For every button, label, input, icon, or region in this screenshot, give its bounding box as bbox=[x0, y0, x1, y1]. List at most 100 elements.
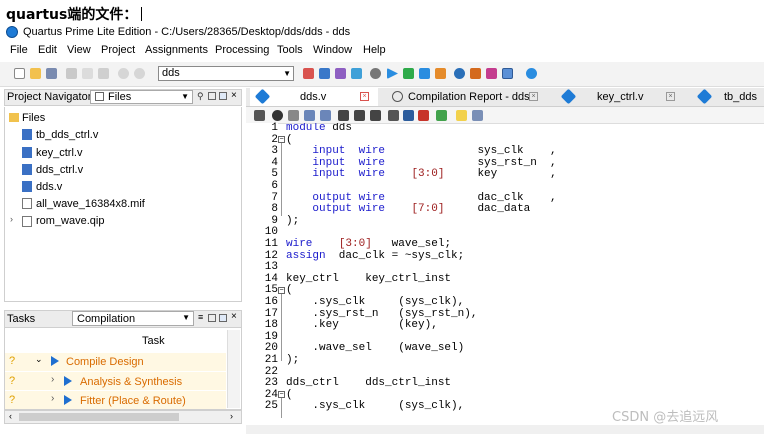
chip-planner-icon[interactable] bbox=[351, 68, 362, 79]
redo-icon[interactable] bbox=[134, 68, 145, 79]
uncomment-icon[interactable] bbox=[403, 110, 414, 121]
template-icon[interactable] bbox=[418, 110, 429, 121]
platform-designer-icon[interactable] bbox=[502, 68, 513, 79]
code-line[interactable]: .sys_clk (sys_clk), bbox=[286, 401, 464, 413]
save-icon[interactable] bbox=[46, 68, 57, 79]
file-item[interactable]: dds_ctrl.v bbox=[36, 164, 83, 176]
undo-icon[interactable] bbox=[118, 68, 129, 79]
menu-processing[interactable]: Processing bbox=[215, 44, 269, 56]
netlist-viewer-icon[interactable] bbox=[454, 68, 465, 79]
help-icon[interactable] bbox=[526, 68, 537, 79]
code-line[interactable]: module dds bbox=[286, 123, 352, 135]
task-name[interactable]: Analysis & Synthesis bbox=[80, 376, 182, 388]
close-icon[interactable]: × bbox=[231, 311, 237, 322]
analysis-icon[interactable] bbox=[403, 68, 414, 79]
float-window-icon[interactable] bbox=[208, 314, 216, 322]
chevron-down-icon[interactable]: ⌄ bbox=[35, 354, 43, 365]
code-line[interactable]: key_ctrl key_ctrl_inst bbox=[286, 273, 451, 286]
code-line[interactable]: .sys_clk (sys_clk), bbox=[286, 296, 464, 309]
settings-icon[interactable] bbox=[335, 68, 346, 79]
line-numbers-icon[interactable] bbox=[472, 110, 483, 121]
task-name[interactable]: Fitter (Place & Route) bbox=[80, 395, 186, 407]
dock-window-icon[interactable] bbox=[219, 314, 227, 322]
close-tab-icon[interactable]: × bbox=[666, 92, 675, 101]
file-item[interactable]: rom_wave.qip bbox=[36, 215, 104, 227]
scroll-thumb[interactable] bbox=[19, 413, 179, 421]
prev-bookmark-icon[interactable] bbox=[370, 110, 381, 121]
timing-analyzer-icon[interactable] bbox=[435, 68, 446, 79]
file-icon[interactable] bbox=[254, 110, 265, 121]
file-item[interactable]: all_wave_16384x8.mif bbox=[36, 198, 145, 210]
run-task-icon[interactable] bbox=[64, 376, 72, 386]
file-item[interactable]: dds.v bbox=[36, 181, 62, 193]
entity-select[interactable]: dds ▼ bbox=[158, 66, 294, 81]
code-line[interactable]: ); bbox=[286, 215, 299, 228]
code-line[interactable]: ); bbox=[286, 354, 299, 367]
menu-project[interactable]: Project bbox=[101, 44, 135, 56]
task-name[interactable]: Compile Design bbox=[66, 356, 144, 368]
scroll-right-icon[interactable]: › bbox=[230, 411, 233, 421]
run-task-icon[interactable] bbox=[64, 395, 72, 405]
dock-window-icon[interactable] bbox=[219, 92, 227, 100]
menu-edit[interactable]: Edit bbox=[38, 44, 57, 56]
menu-window[interactable]: Window bbox=[313, 44, 352, 56]
close-tab-icon[interactable]: × bbox=[529, 92, 538, 101]
collapse-icon[interactable]: − bbox=[278, 391, 285, 398]
menu-help[interactable]: Help bbox=[363, 44, 386, 56]
pin-planner-icon[interactable] bbox=[319, 68, 330, 79]
file-item[interactable]: key_ctrl.v bbox=[36, 147, 82, 159]
unindent-icon[interactable] bbox=[320, 110, 331, 121]
find-icon[interactable] bbox=[272, 110, 283, 121]
next-bookmark-icon[interactable] bbox=[354, 110, 365, 121]
menu-file[interactable]: File bbox=[10, 44, 28, 56]
chevron-right-icon[interactable]: › bbox=[10, 214, 13, 224]
cut-icon[interactable] bbox=[66, 68, 77, 79]
code-line[interactable]: input wire [3:0] key , bbox=[286, 169, 556, 181]
menu-assignments[interactable]: Assignments bbox=[145, 44, 208, 56]
tab-label[interactable]: dds.v bbox=[300, 88, 326, 106]
paste-icon[interactable] bbox=[98, 68, 109, 79]
fitter-icon[interactable] bbox=[419, 68, 430, 79]
file-item[interactable]: tb_dds_ctrl.v bbox=[36, 129, 98, 141]
code-line[interactable]: .key (key), bbox=[286, 320, 437, 332]
collapse-icon[interactable]: − bbox=[278, 136, 285, 143]
close-icon[interactable]: × bbox=[231, 90, 237, 101]
tab-label[interactable]: key_ctrl.v bbox=[597, 88, 643, 106]
copy-icon[interactable] bbox=[82, 68, 93, 79]
collapse-icon[interactable]: − bbox=[278, 287, 285, 294]
tree-root-files[interactable]: Files bbox=[22, 112, 45, 124]
chevron-right-icon[interactable]: › bbox=[51, 374, 54, 385]
run-task-icon[interactable] bbox=[51, 356, 59, 366]
code-line[interactable]: output wire [7:0] dac_data bbox=[286, 203, 530, 216]
indent-icon[interactable] bbox=[304, 110, 315, 121]
stop-icon[interactable] bbox=[370, 68, 381, 79]
bookmark-icon[interactable] bbox=[338, 110, 349, 121]
navigator-view-select[interactable]: Files ▼ bbox=[90, 90, 193, 104]
programmer-icon[interactable] bbox=[470, 68, 481, 79]
chevron-right-icon[interactable]: › bbox=[51, 393, 54, 404]
scroll-left-icon[interactable]: ‹ bbox=[9, 411, 12, 421]
open-folder-icon[interactable] bbox=[30, 68, 41, 79]
comment-icon[interactable] bbox=[388, 110, 399, 121]
word-wrap-icon[interactable] bbox=[456, 110, 467, 121]
tab-label[interactable]: tb_dds bbox=[724, 88, 757, 106]
tasks-vscroll[interactable] bbox=[227, 330, 240, 408]
flow-select[interactable]: Compilation ▼ bbox=[72, 311, 194, 326]
signaltap-icon[interactable] bbox=[486, 68, 497, 79]
code-line[interactable]: .wave_sel (wave_sel) bbox=[286, 343, 464, 355]
float-window-icon[interactable] bbox=[208, 92, 216, 100]
menu-view[interactable]: View bbox=[67, 44, 91, 56]
new-file-icon[interactable] bbox=[14, 68, 25, 79]
code-editor[interactable]: module dds( input wire sys_clk , input w… bbox=[286, 123, 764, 425]
search-icon[interactable]: ⚲ bbox=[197, 91, 204, 102]
close-tab-icon[interactable]: × bbox=[360, 92, 369, 101]
editor-hscroll[interactable] bbox=[246, 425, 764, 434]
list-icon[interactable]: ≡ bbox=[198, 312, 203, 322]
insert-template-icon[interactable] bbox=[436, 110, 447, 121]
assignment-editor-icon[interactable] bbox=[303, 68, 314, 79]
tab-label[interactable]: Compilation Report - dds bbox=[408, 88, 530, 106]
menu-tools[interactable]: Tools bbox=[277, 44, 303, 56]
code-line[interactable]: dds_ctrl dds_ctrl_inst bbox=[286, 378, 451, 390]
code-line[interactable]: assign dac_clk = ~sys_clk; bbox=[286, 250, 464, 263]
goto-icon[interactable] bbox=[288, 110, 299, 121]
